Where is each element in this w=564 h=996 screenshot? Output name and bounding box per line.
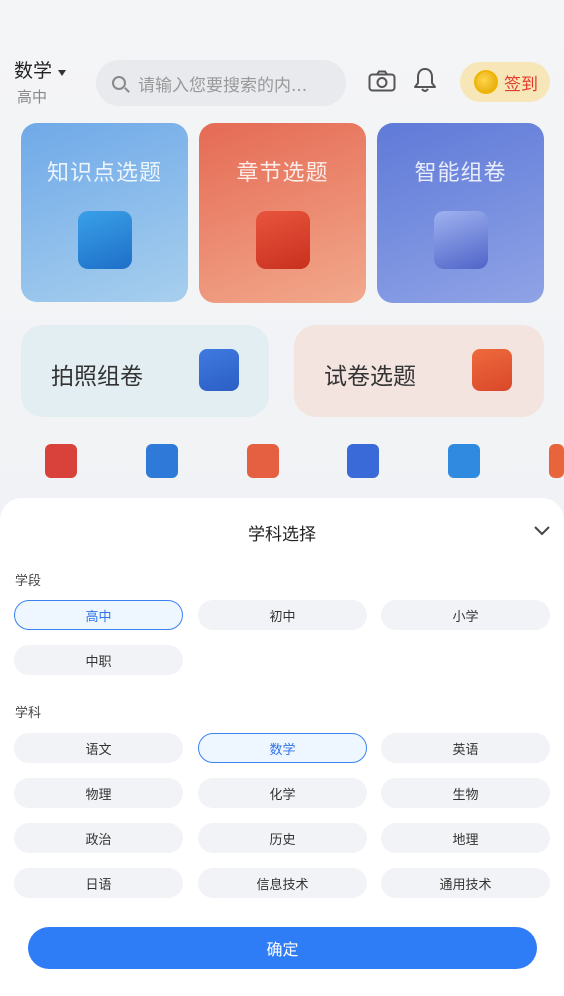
subject-chip[interactable]: 通用技术	[381, 868, 550, 898]
subject-select-sheet: 学科选择 学段 高中 初中 小学 中职 学科 语文 数学 英语 物理 化学 生物…	[0, 498, 564, 996]
subject-chip[interactable]: 历史	[198, 823, 367, 853]
stage-chip[interactable]: 初中	[198, 600, 367, 630]
subject-chip[interactable]: 信息技术	[198, 868, 367, 898]
subject-chip[interactable]: 化学	[198, 778, 367, 808]
subject-chip[interactable]: 地理	[381, 823, 550, 853]
confirm-button[interactable]: 确定	[28, 927, 537, 969]
subject-chip[interactable]: 生物	[381, 778, 550, 808]
subject-chip[interactable]: 语文	[14, 733, 183, 763]
stage-chip[interactable]: 小学	[381, 600, 550, 630]
subject-chip[interactable]: 政治	[14, 823, 183, 853]
subject-section-label: 学科	[15, 706, 42, 721]
stage-chip[interactable]: 中职	[14, 645, 183, 675]
subject-chip[interactable]: 物理	[14, 778, 183, 808]
sheet-title: 学科选择	[248, 525, 316, 545]
chevron-down-icon[interactable]	[532, 522, 552, 538]
stage-chip[interactable]: 高中	[14, 600, 183, 630]
subject-chip[interactable]: 英语	[381, 733, 550, 763]
subject-chip[interactable]: 数学	[198, 733, 367, 763]
subject-chip[interactable]: 日语	[14, 868, 183, 898]
stage-section-label: 学段	[15, 574, 42, 589]
